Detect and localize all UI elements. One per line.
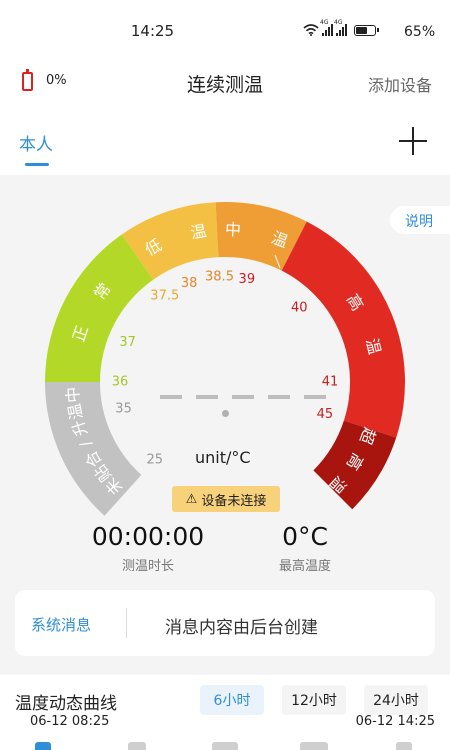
network-type-2: 4G <box>334 19 343 26</box>
nav-home-icon[interactable] <box>35 742 51 750</box>
gauge-tick-label: 39 <box>239 272 256 287</box>
network-type: 4G <box>320 19 329 26</box>
gauge-center-dot <box>222 410 229 417</box>
max-temp-label: 最高温度 <box>278 559 331 574</box>
gauge-tick-label: 38.5 <box>205 270 234 285</box>
tab-indicator <box>25 163 49 166</box>
nav-profile-icon[interactable] <box>396 742 412 750</box>
gauge-segment-char: 中 <box>63 386 83 404</box>
add-member-icon[interactable] <box>399 127 427 155</box>
gauge-segment <box>45 234 154 382</box>
temperature-gauge: 未贴合/升温中正常低温中温高温超高温 2535363737.538 38.5 394… <box>45 202 406 516</box>
nav-people-icon[interactable] <box>128 742 146 750</box>
message-tag: 系统消息 <box>31 616 92 634</box>
connection-warning[interactable]: ⚠ 设备未连接 <box>172 486 280 512</box>
curve-start-time: 06-12 08:25 <box>30 714 110 729</box>
warning-text: 设备未连接 <box>201 493 267 509</box>
tab-self[interactable]: 本人 <box>19 130 53 155</box>
reading-placeholder <box>160 395 326 399</box>
gauge-tick-label: 45 <box>317 407 334 422</box>
message-text: 消息内容由后台创建 <box>165 618 318 638</box>
max-temp-value: 0°C <box>282 522 328 551</box>
nav-record-icon[interactable] <box>212 742 238 750</box>
app-header: 0% 连续测温 添加设备 <box>0 60 450 115</box>
gauge-tick-label: 35 <box>115 402 132 417</box>
unit-label: unit/°C <box>195 448 251 467</box>
wifi-icon <box>303 24 319 36</box>
system-message-card[interactable]: 系统消息 消息内容由后台创建 <box>15 590 435 656</box>
battery-percent: 65% <box>404 24 436 40</box>
battery-icon <box>354 24 379 36</box>
status-icons: 4G 4G <box>303 19 379 36</box>
gauge-segment-char: 中 <box>224 220 241 240</box>
range-6h-button[interactable]: 6小时 <box>200 685 264 715</box>
clock: 14:25 <box>130 22 175 40</box>
gauge-tick-label: 25 <box>146 453 163 468</box>
curve-title: 温度动态曲线 <box>15 694 117 714</box>
status-bar: 14:25 4G 4G 65% <box>0 0 450 60</box>
gauge-tick-label: 41 <box>322 375 339 390</box>
curve-end-time: 06-12 14:25 <box>355 714 435 729</box>
duration-label: 测温时长 <box>121 559 174 574</box>
bottom-nav-peek <box>0 742 450 750</box>
gauge-ticks: 25 35 36 37 37.538 38.5 39 40 41 45 <box>112 270 339 468</box>
signal-icon-2: 4G <box>334 19 347 36</box>
member-tabs: 本人 <box>0 115 450 175</box>
gauge-tick-label: 37.5 <box>150 288 179 303</box>
gauge-tick-label: 36 <box>112 375 129 390</box>
gauge-tick-label: 38 <box>181 276 198 291</box>
gauge-segment-char: 温 <box>189 221 208 242</box>
gauge-segment <box>281 221 406 438</box>
warning-icon: ⚠ <box>185 491 198 507</box>
range-24h-button[interactable]: 24小时 <box>364 685 428 715</box>
signal-icon: 4G <box>320 19 333 36</box>
add-device-button[interactable]: 添加设备 <box>368 72 432 96</box>
nav-report-icon[interactable] <box>300 742 328 750</box>
gauge-tick-label: 37 <box>119 335 136 350</box>
gauge-tick-label: 40 <box>291 300 308 315</box>
duration-value: 00:00:00 <box>91 522 205 551</box>
temperature-curve-section: 温度动态曲线 6小时 12小时 24小时 06-12 08:25 06-12 1… <box>0 675 450 750</box>
message-divider <box>126 608 127 638</box>
range-12h-button[interactable]: 12小时 <box>282 685 346 715</box>
